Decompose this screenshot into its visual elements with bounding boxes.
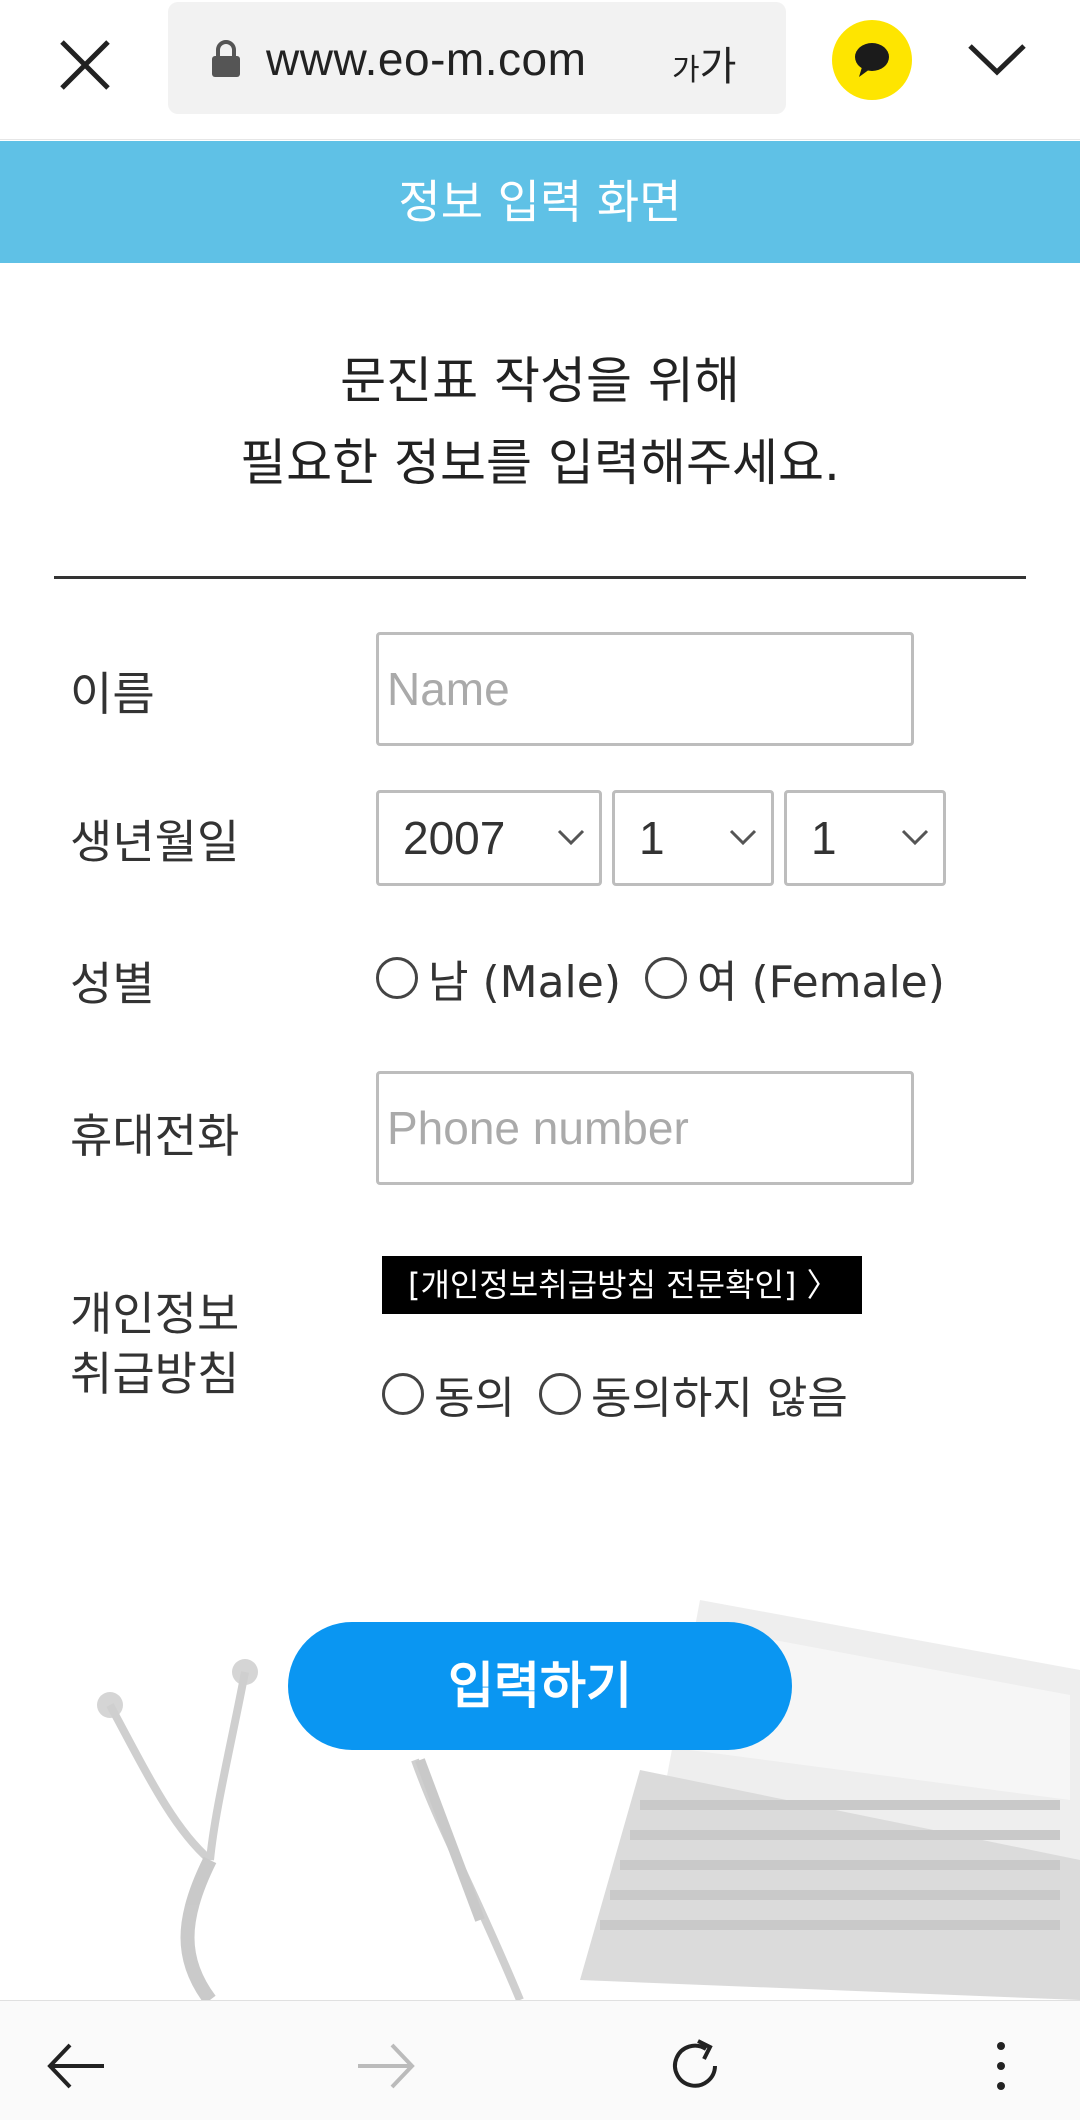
submit-button[interactable]: 입력하기 bbox=[288, 1622, 792, 1750]
birthdate-label: 생년월일 bbox=[70, 815, 240, 869]
birth-day-select[interactable]: 1 bbox=[784, 790, 946, 886]
url-text[interactable]: www.eo-m.com bbox=[266, 32, 586, 86]
privacy-consent-options: 동의 동의하지 않음 bbox=[382, 1362, 872, 1426]
back-button[interactable] bbox=[42, 2031, 112, 2101]
privacy-policy-link[interactable]: [개인정보취급방침 전문확인] 〉 bbox=[382, 1256, 862, 1314]
birth-month-value: 1 bbox=[639, 812, 665, 864]
chevron-down-icon bbox=[557, 829, 585, 846]
chevron-down-icon bbox=[729, 829, 757, 846]
text-size-button[interactable]: 가가 bbox=[672, 34, 736, 92]
page-title-banner: 정보 입력 화면 bbox=[0, 141, 1080, 263]
browser-top-bar: www.eo-m.com 가가 bbox=[0, 0, 1080, 140]
lock-icon bbox=[210, 40, 242, 78]
more-options-button[interactable] bbox=[966, 2031, 1036, 2101]
gender-label: 성별 bbox=[70, 957, 155, 1011]
phone-label: 휴대전화 bbox=[70, 1109, 240, 1163]
privacy-label-line-1: 개인정보 bbox=[70, 1287, 240, 1341]
reload-button[interactable] bbox=[660, 2031, 730, 2101]
medical-background-illustration bbox=[97, 1600, 1080, 2000]
divider bbox=[54, 576, 1026, 579]
forward-button[interactable] bbox=[350, 2031, 420, 2101]
forward-arrow-icon bbox=[358, 2043, 415, 2089]
browser-bottom-bar bbox=[0, 2000, 1080, 2120]
intro-line-2: 필요한 정보를 입력해주세요. bbox=[240, 434, 840, 492]
birth-year-select[interactable]: 2007 bbox=[376, 790, 602, 886]
address-bar[interactable]: www.eo-m.com 가가 bbox=[168, 2, 786, 114]
birth-day-value: 1 bbox=[811, 812, 837, 864]
gender-male-radio[interactable] bbox=[376, 957, 418, 999]
back-arrow-icon bbox=[47, 2043, 104, 2089]
disagree-label[interactable]: 동의하지 않음 bbox=[591, 1362, 848, 1426]
text-size-small-glyph: 가 bbox=[672, 53, 700, 88]
birth-month-select[interactable]: 1 bbox=[612, 790, 774, 886]
menu-toggle-button[interactable] bbox=[962, 34, 1032, 84]
close-icon bbox=[60, 40, 110, 90]
gender-female-radio[interactable] bbox=[645, 957, 688, 999]
gender-options: 남 (Male) 여 (Female) bbox=[376, 946, 969, 1010]
kakaotalk-icon bbox=[855, 43, 889, 77]
kakaotalk-button[interactable] bbox=[832, 20, 912, 100]
phone-input[interactable]: Phone number bbox=[376, 1071, 914, 1185]
intro-line-1: 문진표 작성을 위해 bbox=[340, 352, 740, 410]
privacy-label-line-2: 취급방침 bbox=[70, 1347, 240, 1401]
agree-label[interactable]: 동의 bbox=[434, 1362, 515, 1426]
disagree-radio[interactable] bbox=[538, 1373, 581, 1415]
gender-male-label[interactable]: 남 (Male) bbox=[428, 946, 621, 1010]
text-size-large-glyph: 가 bbox=[699, 44, 737, 90]
name-input[interactable]: Name bbox=[376, 632, 914, 746]
privacy-label: 개인정보 취급방침 bbox=[70, 1284, 239, 1404]
close-button[interactable] bbox=[50, 30, 120, 100]
name-label: 이름 bbox=[70, 667, 155, 721]
intro-text: 문진표 작성을 위해 필요한 정보를 입력해주세요. bbox=[0, 340, 1080, 504]
gender-female-label[interactable]: 여 (Female) bbox=[697, 946, 945, 1010]
chevron-down-icon bbox=[901, 829, 929, 846]
reload-icon bbox=[673, 2039, 717, 2088]
chevron-down-icon bbox=[968, 44, 1026, 76]
more-vertical-icon bbox=[997, 2042, 1005, 2090]
agree-radio[interactable] bbox=[382, 1373, 424, 1415]
birth-year-value: 2007 bbox=[403, 812, 506, 864]
